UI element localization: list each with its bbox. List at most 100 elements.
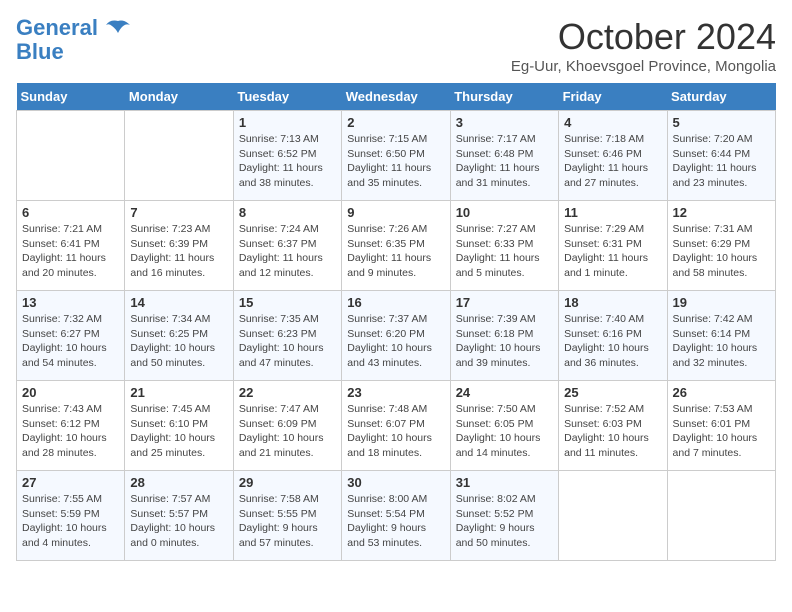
day-info: Sunrise: 7:15 AM Sunset: 6:50 PM Dayligh… xyxy=(347,132,444,191)
day-number: 21 xyxy=(130,385,227,400)
day-info: Sunrise: 7:29 AM Sunset: 6:31 PM Dayligh… xyxy=(564,222,661,281)
calendar-cell: 2 Sunrise: 7:15 AM Sunset: 6:50 PM Daylig… xyxy=(342,111,450,201)
calendar-cell: 10 Sunrise: 7:27 AM Sunset: 6:33 PM Dayli… xyxy=(450,201,558,291)
day-number: 20 xyxy=(22,385,119,400)
calendar-cell: 3 Sunrise: 7:17 AM Sunset: 6:48 PM Daylig… xyxy=(450,111,558,201)
day-number: 24 xyxy=(456,385,553,400)
calendar-cell: 5Sunrise: 7:20 AM Sunset: 6:44 PM Daylig… xyxy=(667,111,775,201)
calendar-cell: 9Sunrise: 7:26 AM Sunset: 6:35 PM Daylig… xyxy=(342,201,450,291)
calendar-cell: 28Sunrise: 7:57 AM Sunset: 5:57 PM Dayli… xyxy=(125,471,233,561)
day-number: 11 xyxy=(564,205,661,220)
day-number: 30 xyxy=(347,475,444,490)
day-info: Sunrise: 7:18 AM Sunset: 6:46 PM Dayligh… xyxy=(564,132,661,191)
day-number: 5 xyxy=(673,115,770,130)
day-number: 8 xyxy=(239,205,336,220)
calendar-cell xyxy=(667,471,775,561)
day-number: 22 xyxy=(239,385,336,400)
calendar-cell xyxy=(559,471,667,561)
day-info: Sunrise: 7:21 AM Sunset: 6:41 PM Dayligh… xyxy=(22,222,119,281)
location-subtitle: Eg-Uur, Khoevsgoel Province, Mongolia xyxy=(511,58,776,75)
day-number: 15 xyxy=(239,295,336,310)
day-info: Sunrise: 7:13 AM Sunset: 6:52 PM Dayligh… xyxy=(239,132,336,191)
header-monday: Monday xyxy=(125,83,233,111)
day-number: 3 xyxy=(456,115,553,130)
day-info: Sunrise: 7:31 AM Sunset: 6:29 PM Dayligh… xyxy=(673,222,770,281)
week-row-4: 20 Sunrise: 7:43 AM Sunset: 6:12 PM Dayli… xyxy=(17,381,776,471)
day-number: 4 xyxy=(564,115,661,130)
day-info: Sunrise: 7:57 AM Sunset: 5:57 PM Dayligh… xyxy=(130,492,227,551)
calendar-cell: 19 Sunrise: 7:42 AM Sunset: 6:14 PM Dayli… xyxy=(667,291,775,381)
calendar-cell: 21 Sunrise: 7:45 AM Sunset: 6:10 PM Dayli… xyxy=(125,381,233,471)
calendar-cell: 14Sunrise: 7:34 AM Sunset: 6:25 PM Dayli… xyxy=(125,291,233,381)
calendar-cell: 22 Sunrise: 7:47 AM Sunset: 6:09 PM Dayli… xyxy=(233,381,341,471)
calendar-cell: 18 Sunrise: 7:40 AM Sunset: 6:16 PM Dayli… xyxy=(559,291,667,381)
day-number: 27 xyxy=(22,475,119,490)
day-info: Sunrise: 7:40 AM Sunset: 6:16 PM Dayligh… xyxy=(564,312,661,371)
day-number: 18 xyxy=(564,295,661,310)
day-info: Sunrise: 7:34 AM Sunset: 6:25 PM Dayligh… xyxy=(130,312,227,371)
calendar-cell: 16 Sunrise: 7:37 AM Sunset: 6:20 PM Dayli… xyxy=(342,291,450,381)
day-info: Sunrise: 7:35 AM Sunset: 6:23 PM Dayligh… xyxy=(239,312,336,371)
calendar-cell: 25 Sunrise: 7:52 AM Sunset: 6:03 PM Dayli… xyxy=(559,381,667,471)
header-friday: Friday xyxy=(559,83,667,111)
day-info: Sunrise: 7:32 AM Sunset: 6:27 PM Dayligh… xyxy=(22,312,119,371)
logo-general: General xyxy=(16,15,98,40)
day-info: Sunrise: 7:42 AM Sunset: 6:14 PM Dayligh… xyxy=(673,312,770,371)
day-number: 16 xyxy=(347,295,444,310)
week-row-2: 6 Sunrise: 7:21 AM Sunset: 6:41 PM Daylig… xyxy=(17,201,776,291)
calendar-table: SundayMondayTuesdayWednesdayThursdayFrid… xyxy=(16,83,776,561)
day-info: Sunrise: 7:48 AM Sunset: 6:07 PM Dayligh… xyxy=(347,402,444,461)
day-info: Sunrise: 7:52 AM Sunset: 6:03 PM Dayligh… xyxy=(564,402,661,461)
day-number: 12 xyxy=(673,205,770,220)
calendar-cell: 24 Sunrise: 7:50 AM Sunset: 6:05 PM Dayli… xyxy=(450,381,558,471)
day-number: 2 xyxy=(347,115,444,130)
day-number: 19 xyxy=(673,295,770,310)
day-info: Sunrise: 7:50 AM Sunset: 6:05 PM Dayligh… xyxy=(456,402,553,461)
day-number: 29 xyxy=(239,475,336,490)
calendar-cell: 1 Sunrise: 7:13 AM Sunset: 6:52 PM Daylig… xyxy=(233,111,341,201)
calendar-cell: 11 Sunrise: 7:29 AM Sunset: 6:31 PM Dayli… xyxy=(559,201,667,291)
logo: General Blue xyxy=(16,16,132,64)
day-info: Sunrise: 7:45 AM Sunset: 6:10 PM Dayligh… xyxy=(130,402,227,461)
header-row: SundayMondayTuesdayWednesdayThursdayFrid… xyxy=(17,83,776,111)
day-info: Sunrise: 8:02 AM Sunset: 5:52 PM Dayligh… xyxy=(456,492,553,551)
day-number: 31 xyxy=(456,475,553,490)
day-info: Sunrise: 7:17 AM Sunset: 6:48 PM Dayligh… xyxy=(456,132,553,191)
header-sunday: Sunday xyxy=(17,83,125,111)
calendar-cell: 20 Sunrise: 7:43 AM Sunset: 6:12 PM Dayli… xyxy=(17,381,125,471)
day-info: Sunrise: 7:37 AM Sunset: 6:20 PM Dayligh… xyxy=(347,312,444,371)
calendar-cell: 12 Sunrise: 7:31 AM Sunset: 6:29 PM Dayli… xyxy=(667,201,775,291)
header-tuesday: Tuesday xyxy=(233,83,341,111)
header-saturday: Saturday xyxy=(667,83,775,111)
day-info: Sunrise: 7:55 AM Sunset: 5:59 PM Dayligh… xyxy=(22,492,119,551)
day-number: 26 xyxy=(673,385,770,400)
day-number: 1 xyxy=(239,115,336,130)
day-number: 25 xyxy=(564,385,661,400)
header-thursday: Thursday xyxy=(450,83,558,111)
day-info: Sunrise: 7:47 AM Sunset: 6:09 PM Dayligh… xyxy=(239,402,336,461)
day-info: Sunrise: 7:58 AM Sunset: 5:55 PM Dayligh… xyxy=(239,492,336,551)
calendar-cell: 26 Sunrise: 7:53 AM Sunset: 6:01 PM Dayli… xyxy=(667,381,775,471)
calendar-cell: 4 Sunrise: 7:18 AM Sunset: 6:46 PM Daylig… xyxy=(559,111,667,201)
logo-blue: Blue xyxy=(16,40,132,64)
day-number: 6 xyxy=(22,205,119,220)
calendar-cell: 23Sunrise: 7:48 AM Sunset: 6:07 PM Dayli… xyxy=(342,381,450,471)
calendar-cell: 15 Sunrise: 7:35 AM Sunset: 6:23 PM Dayli… xyxy=(233,291,341,381)
day-number: 9 xyxy=(347,205,444,220)
page-header: General Blue October 2024 Eg-Uur, Khoevs… xyxy=(16,16,776,75)
day-info: Sunrise: 7:39 AM Sunset: 6:18 PM Dayligh… xyxy=(456,312,553,371)
day-number: 10 xyxy=(456,205,553,220)
day-info: Sunrise: 7:43 AM Sunset: 6:12 PM Dayligh… xyxy=(22,402,119,461)
day-info: Sunrise: 7:23 AM Sunset: 6:39 PM Dayligh… xyxy=(130,222,227,281)
week-row-3: 13Sunrise: 7:32 AM Sunset: 6:27 PM Dayli… xyxy=(17,291,776,381)
day-info: Sunrise: 7:27 AM Sunset: 6:33 PM Dayligh… xyxy=(456,222,553,281)
calendar-cell xyxy=(125,111,233,201)
header-wednesday: Wednesday xyxy=(342,83,450,111)
calendar-cell: 29 Sunrise: 7:58 AM Sunset: 5:55 PM Dayli… xyxy=(233,471,341,561)
calendar-cell: 6 Sunrise: 7:21 AM Sunset: 6:41 PM Daylig… xyxy=(17,201,125,291)
month-title: October 2024 xyxy=(511,16,776,58)
day-number: 17 xyxy=(456,295,553,310)
calendar-cell: 17 Sunrise: 7:39 AM Sunset: 6:18 PM Dayli… xyxy=(450,291,558,381)
title-block: October 2024 Eg-Uur, Khoevsgoel Province… xyxy=(511,16,776,75)
day-info: Sunrise: 7:53 AM Sunset: 6:01 PM Dayligh… xyxy=(673,402,770,461)
